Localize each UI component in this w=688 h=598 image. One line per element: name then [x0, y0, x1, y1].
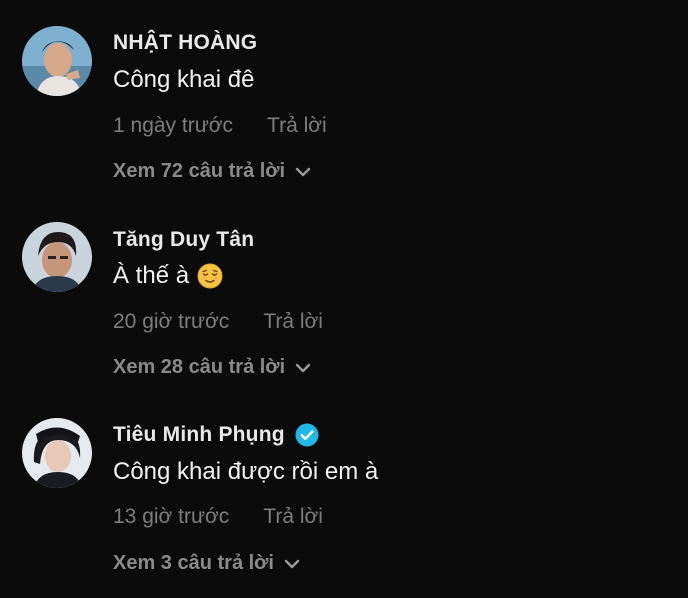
- relieved-face-icon: [197, 263, 223, 289]
- timestamp: 20 giờ trước: [113, 310, 230, 333]
- reply-button[interactable]: Trả lời: [267, 114, 327, 137]
- username[interactable]: Tăng Duy Tân: [113, 228, 254, 252]
- view-replies-button[interactable]: Xem 3 câu trả lời: [113, 552, 300, 575]
- avatar[interactable]: [22, 418, 92, 488]
- username-text: Tăng Duy Tân: [113, 228, 255, 251]
- comment-text-content: À thế à: [113, 262, 190, 289]
- reply-button[interactable]: Trả lời: [263, 310, 323, 333]
- username[interactable]: NHẬT HOÀNG: [113, 31, 257, 55]
- reply-button[interactable]: Trả lời: [263, 505, 323, 528]
- view-replies-label: Xem 28 câu trả lời: [113, 356, 286, 378]
- comment-text-content: Công khai đê: [113, 66, 255, 93]
- chevron-down-icon: [284, 559, 300, 568]
- verified-badge-icon: [295, 423, 319, 447]
- comment-text: Công khai được rồi em à: [113, 458, 378, 486]
- view-replies-button[interactable]: Xem 72 câu trả lời: [113, 160, 311, 183]
- comment-text: À thế à: [113, 262, 223, 290]
- timestamp: 13 giờ trước: [113, 505, 230, 528]
- comment-meta: 13 giờ trước Trả lời: [113, 505, 323, 529]
- comment-meta: 20 giờ trước Trả lời: [113, 310, 323, 334]
- comment-meta: 1 ngày trước Trả lời: [113, 114, 327, 138]
- comment-text-content: Công khai được rồi em à: [113, 458, 379, 485]
- avatar[interactable]: [22, 26, 92, 96]
- view-replies-button[interactable]: Xem 28 câu trả lời: [113, 356, 311, 379]
- comment-text: Công khai đê: [113, 66, 254, 94]
- username-text: NHẬT HOÀNG: [113, 31, 258, 54]
- username-text: Tiêu Minh Phụng: [113, 423, 285, 446]
- view-replies-label: Xem 3 câu trả lời: [113, 552, 274, 574]
- username[interactable]: Tiêu Minh Phụng: [113, 423, 319, 447]
- view-replies-label: Xem 72 câu trả lời: [113, 160, 286, 182]
- chevron-down-icon: [295, 363, 311, 372]
- chevron-down-icon: [295, 167, 311, 176]
- timestamp: 1 ngày trước: [113, 114, 234, 137]
- avatar[interactable]: [22, 222, 92, 292]
